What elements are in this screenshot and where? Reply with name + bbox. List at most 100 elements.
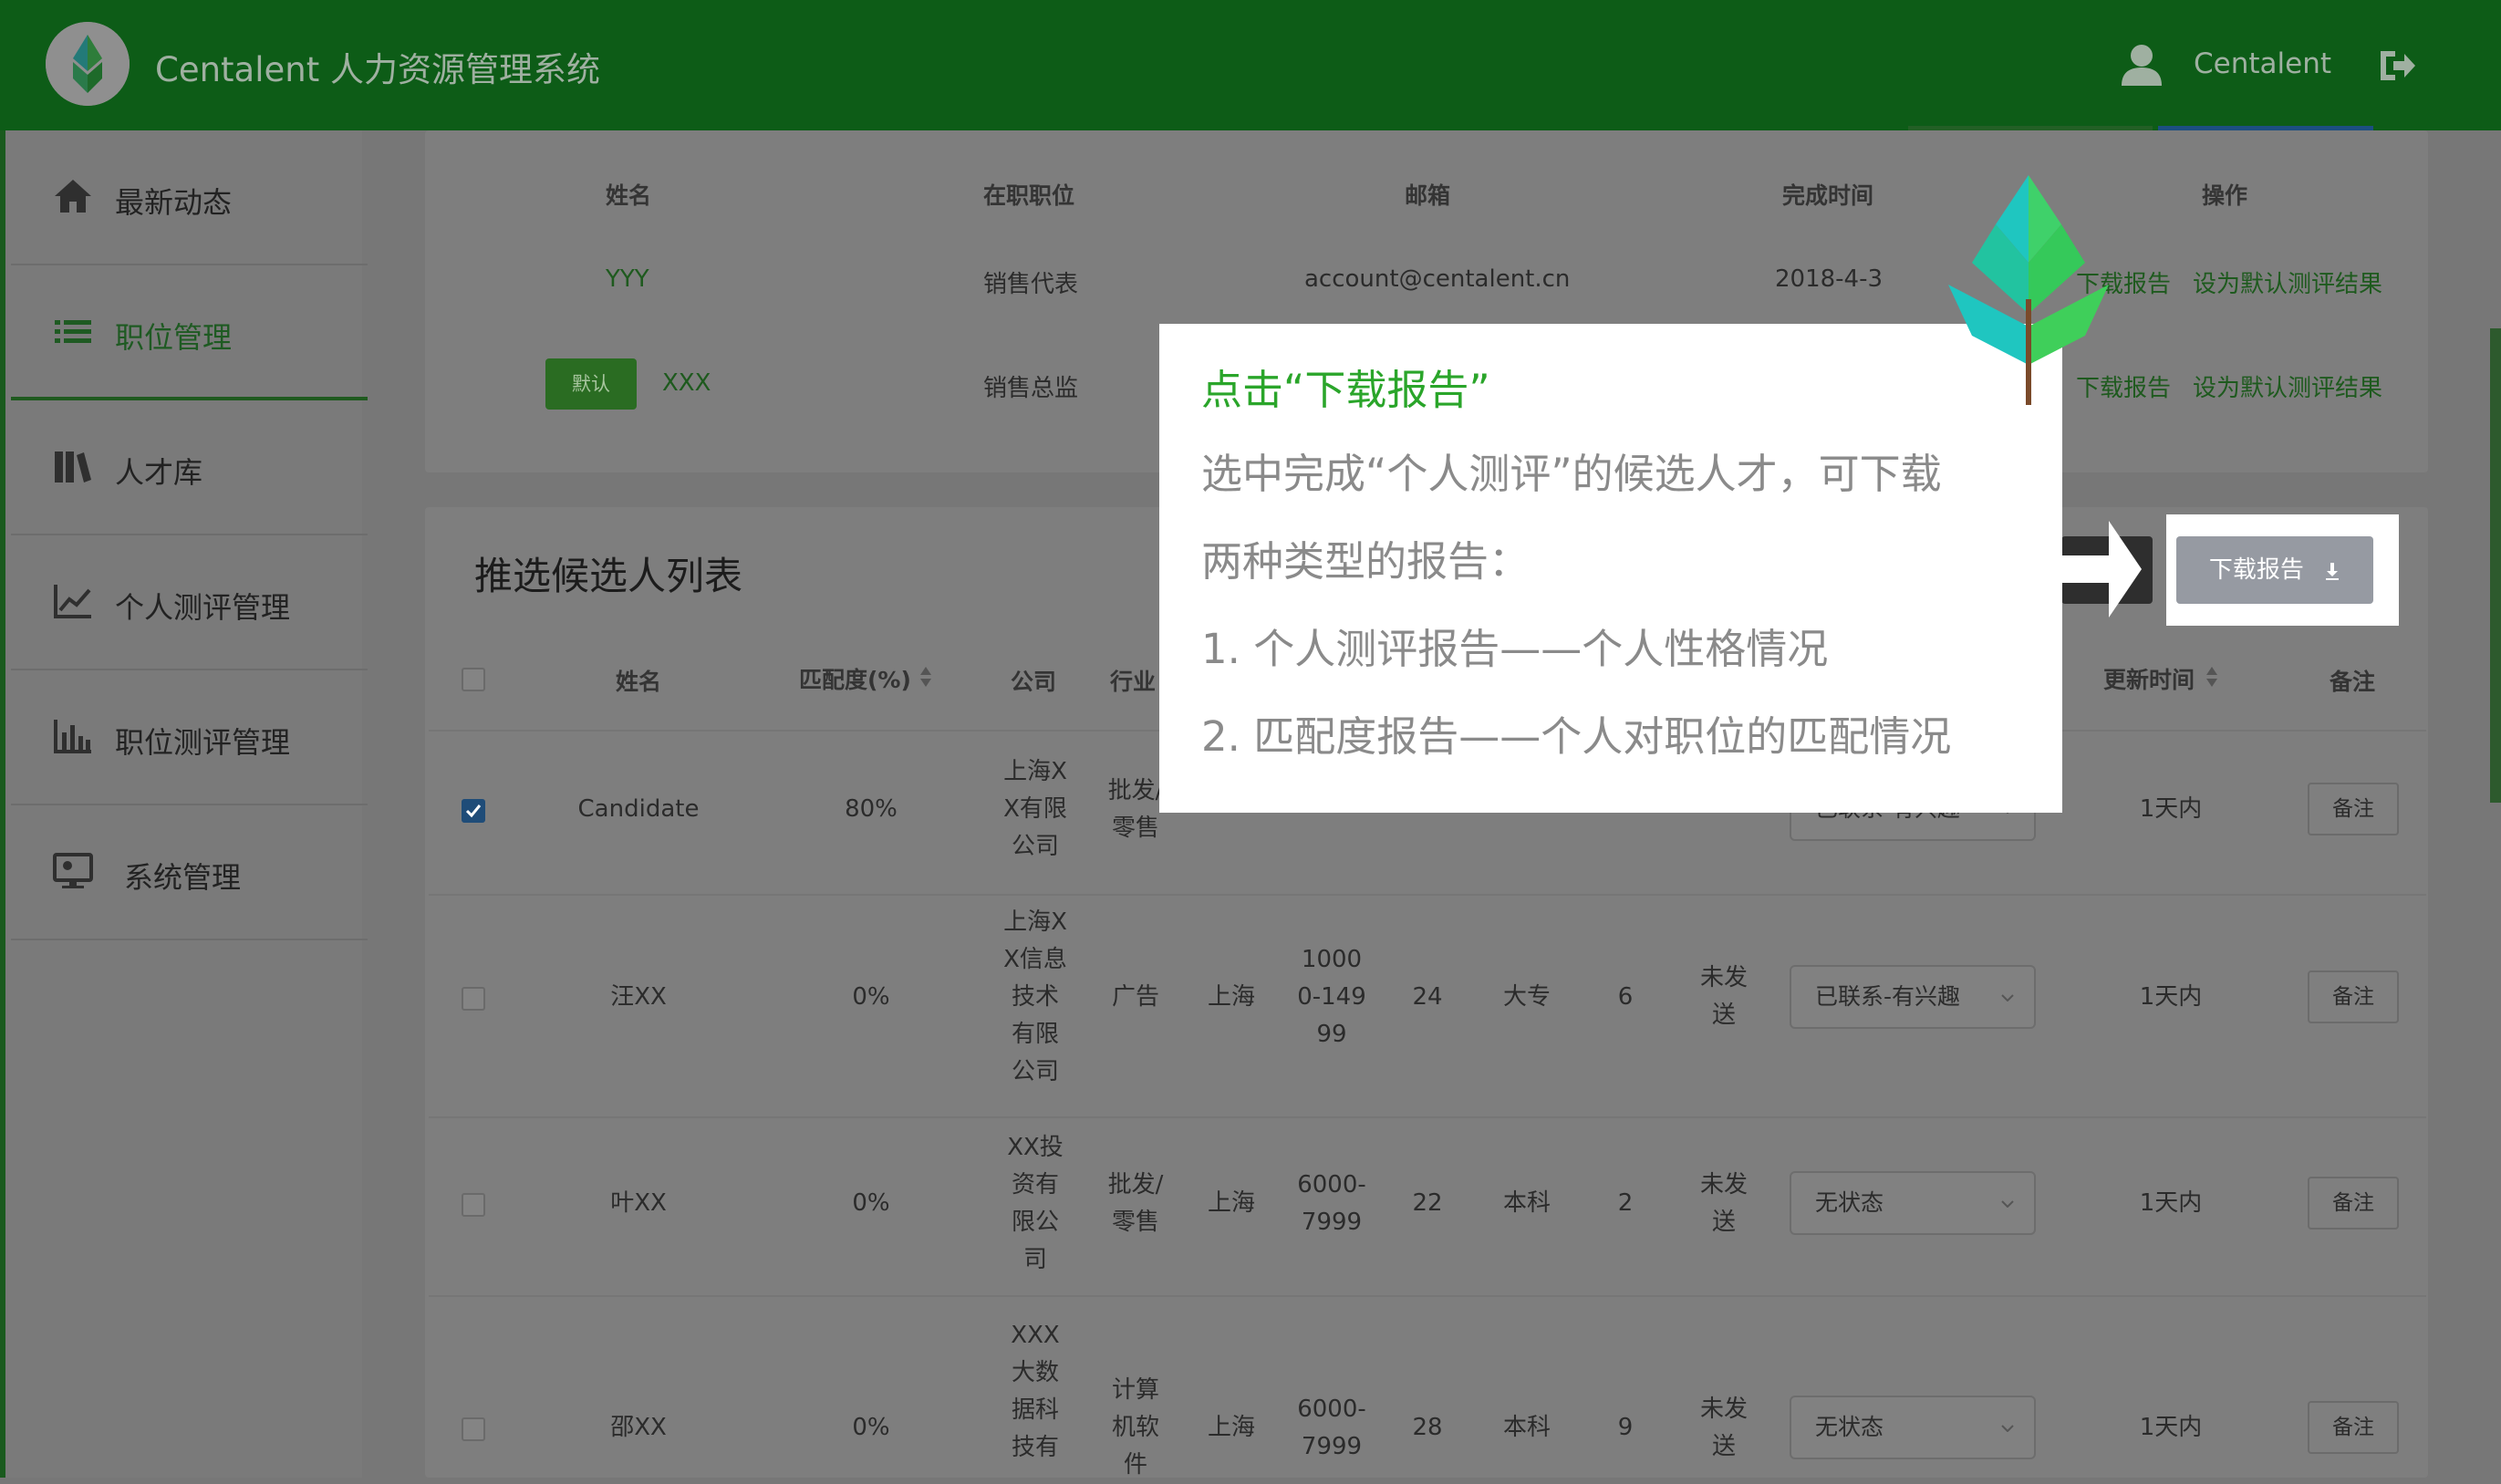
salary-cell: 6000- 7999	[1297, 1171, 1366, 1236]
sidebar-item-personal-assessment[interactable]: 个人测评管理	[11, 535, 368, 670]
app-logo[interactable]	[46, 22, 130, 106]
tooltip-title: 点击“下载报告”	[1201, 366, 1490, 414]
candidate-name[interactable]: Candidate	[547, 791, 730, 828]
note-button[interactable]: 备注	[2308, 970, 2399, 1023]
set-default-link[interactable]: 设为默认测评结果	[2193, 265, 2382, 299]
sidebar-item-system[interactable]: 系统管理	[11, 805, 368, 940]
col-header-position: 在职职位	[983, 182, 1075, 209]
match-score: 80%	[845, 795, 898, 823]
list-icon	[55, 320, 91, 343]
tooltip-line: 选中完成“个人测评”的候选人才，可下载	[1201, 450, 1942, 498]
col-header-name: 姓名	[606, 182, 652, 209]
user-icon[interactable]	[2122, 44, 2162, 86]
result-name[interactable]: XXX	[662, 369, 711, 397]
col-header-industry: 行业	[1110, 669, 1157, 695]
line-chart-icon	[54, 585, 91, 618]
sidebar-item-label: 职位测评管理	[115, 725, 291, 760]
salary-cell: 1000 0-149 99	[1297, 946, 1366, 1048]
result-email: account@centalent.cn	[1304, 265, 1571, 293]
sent-status-cell: 未发送	[1699, 1396, 1748, 1460]
home-icon	[55, 180, 91, 213]
tooltip-line: 1. 个人测评报告——个人性格情况	[1201, 625, 1829, 673]
company-cell: XXX 大数 据科 技有	[1011, 1322, 1060, 1461]
sidebar-item-news[interactable]: 最新动态	[11, 130, 368, 265]
age-cell: 22	[1412, 1189, 1443, 1217]
status-select[interactable]: 已联系-有兴趣	[1790, 965, 2036, 1029]
chevron-down-icon	[2001, 1200, 2014, 1208]
candidate-name[interactable]: 叶XX	[547, 1185, 730, 1222]
note-button[interactable]: 备注	[2308, 1177, 2399, 1230]
sidebar-item-positions[interactable]: 职位管理	[11, 265, 368, 400]
col-header-email: 邮箱	[1405, 182, 1451, 209]
guide-tooltip: 点击“下载报告” 选中完成“个人测评”的候选人才，可下载 两种类型的报告： 1.…	[1159, 324, 2062, 813]
industry-cell: 计算 机软件	[1111, 1376, 1159, 1479]
sidebar-item-label: 个人测评管理	[115, 590, 291, 625]
user-name[interactable]: Centalent	[2194, 47, 2331, 80]
sent-status-cell: 未发送	[1699, 964, 1748, 1029]
age-cell: 24	[1412, 983, 1443, 1011]
result-name[interactable]: YYY	[606, 265, 649, 293]
industry-cell: 批发/零售	[1107, 1171, 1164, 1236]
logout-icon[interactable]	[2377, 47, 2417, 84]
company-cell: 上海X X信息 技术 有限 公司	[1003, 908, 1067, 1085]
col-header-time: 完成时间	[1782, 182, 1874, 209]
industry-cell: 广告	[1111, 983, 1159, 1011]
sidebar-item-label: 系统管理	[124, 860, 242, 895]
set-default-link[interactable]: 设为默认测评结果	[2193, 369, 2382, 403]
books-icon	[55, 451, 91, 483]
sidebar-item-talent-pool[interactable]: 人才库	[11, 400, 368, 535]
download-icon	[2326, 562, 2340, 580]
tooltip-line: 两种类型的报告：	[1201, 537, 1531, 586]
city-cell: 上海	[1207, 983, 1255, 1011]
updated-time: 1天内	[2139, 983, 2203, 1011]
download-highlight: 下载报告	[2166, 514, 2399, 626]
row-checkbox[interactable]	[462, 1193, 485, 1217]
result-position: 销售总监	[983, 375, 1079, 402]
section-title: 推选候选人列表	[474, 554, 743, 598]
city-cell: 上海	[1207, 1189, 1255, 1217]
candidate-name[interactable]: 汪XX	[547, 979, 730, 1016]
education-cell: 本科	[1502, 1189, 1551, 1217]
company-cell: XX投 资有 限公司	[1007, 1134, 1064, 1273]
app-title: Centalent 人力资源管理系统	[155, 50, 600, 89]
sidebar-item-position-assessment[interactable]: 职位测评管理	[11, 670, 368, 805]
chevron-down-icon	[2001, 994, 2014, 1001]
row-checkbox[interactable]	[462, 1417, 485, 1441]
status-select[interactable]: 无状态	[1790, 1171, 2036, 1235]
select-all-checkbox[interactable]	[462, 668, 485, 691]
top-header: Centalent 人力资源管理系统 Centalent	[0, 0, 2501, 130]
row-checkbox[interactable]	[462, 987, 485, 1011]
monitor-icon	[53, 853, 93, 888]
sidebar-item-label: 人才库	[115, 455, 203, 490]
brand-leaf-icon	[1948, 175, 2109, 405]
scrollbar[interactable]	[2490, 328, 2501, 803]
row-divider	[429, 1295, 2426, 1297]
updated-time: 1天内	[2139, 1189, 2203, 1217]
col-header-company: 公司	[1011, 669, 1057, 695]
age-cell: 28	[1412, 1414, 1443, 1441]
tooltip-line: 2. 匹配度报告——个人对职位的匹配情况	[1201, 712, 1952, 761]
col-header-note: 备注	[2330, 669, 2376, 695]
default-badge: 默认	[545, 358, 637, 410]
match-score: 0%	[852, 1414, 890, 1441]
status-select[interactable]: 无状态	[1790, 1396, 2036, 1459]
result-time: 2018-4-3	[1775, 265, 1884, 293]
company-cell: 上海X X有限 公司	[1003, 758, 1067, 860]
col-header-match[interactable]: 匹配度(%)	[799, 662, 911, 695]
download-report-button[interactable]: 下载报告	[2176, 536, 2373, 604]
result-position: 销售代表	[983, 271, 1079, 298]
candidate-name[interactable]: 邵XX	[547, 1409, 730, 1447]
updated-time: 1天内	[2139, 1414, 2203, 1441]
sent-status-cell: 未发送	[1699, 1171, 1748, 1236]
sort-icon[interactable]	[919, 666, 932, 688]
years-cell: 6	[1617, 983, 1634, 1011]
chevron-down-icon	[2001, 1425, 2014, 1432]
note-button[interactable]: 备注	[2308, 1401, 2399, 1454]
sort-icon[interactable]	[2205, 666, 2218, 688]
note-button[interactable]: 备注	[2308, 783, 2399, 835]
col-header-updated[interactable]: 更新时间	[2103, 662, 2195, 695]
updated-time: 1天内	[2139, 795, 2203, 823]
row-divider	[429, 894, 2426, 896]
col-header-name: 姓名	[616, 669, 662, 695]
row-checkbox[interactable]	[462, 799, 485, 823]
